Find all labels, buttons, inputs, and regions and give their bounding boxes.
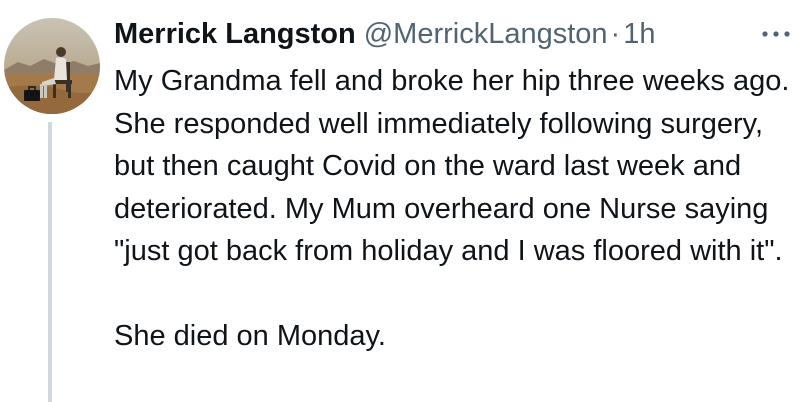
- timestamp[interactable]: 1h: [623, 14, 655, 54]
- author-handle[interactable]: @MerrickLangston: [364, 14, 608, 54]
- avatar[interactable]: [4, 18, 100, 114]
- author-name[interactable]: Merrick Langston: [114, 14, 356, 54]
- tweet-paragraph: My Grandma fell and broke her hip three …: [114, 65, 790, 267]
- tweet-text: My Grandma fell and broke her hip three …: [114, 60, 804, 358]
- thread-line: [48, 122, 52, 402]
- more-options-button[interactable]: [758, 14, 794, 54]
- tweet[interactable]: Merrick Langston @MerrickLangston · 1h M…: [0, 0, 812, 402]
- tweet-header: Merrick Langston @MerrickLangston · 1h: [114, 14, 804, 54]
- avatar-image: [4, 18, 100, 114]
- more-horizontal-icon: [762, 31, 790, 37]
- separator-dot: ·: [610, 18, 621, 50]
- tweet-paragraph: She died on Monday.: [114, 320, 386, 352]
